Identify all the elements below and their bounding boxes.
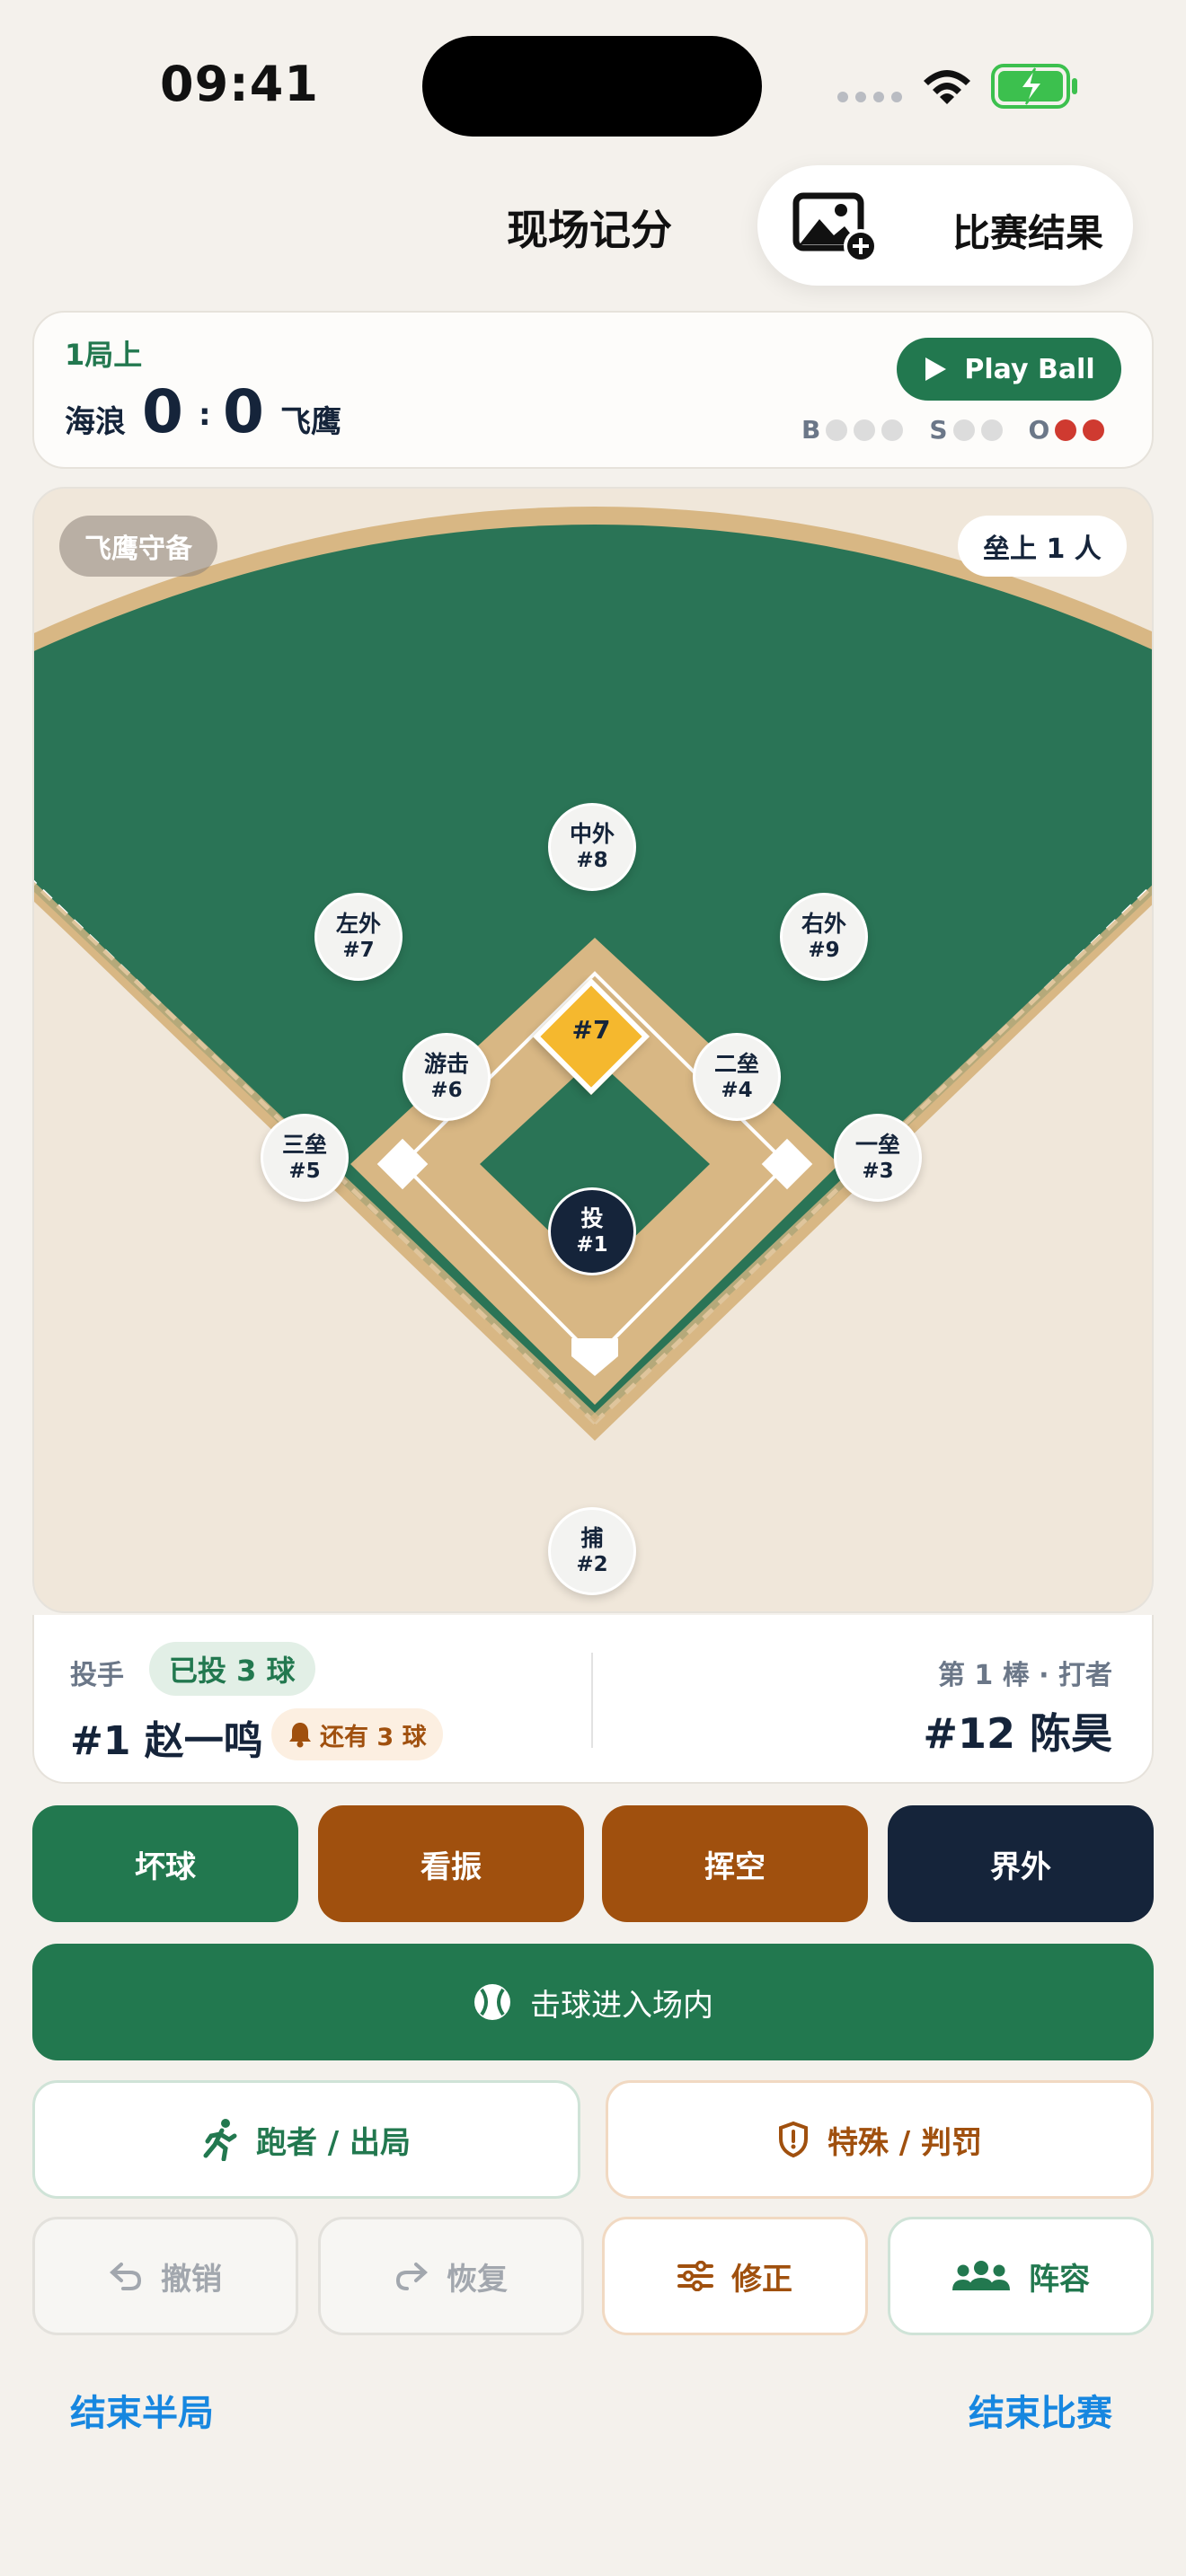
ball-dot [854,419,876,441]
remaining-pitches-badge: 还有 3 球 [271,1708,443,1760]
inning-label: 1局上 [65,338,143,372]
running-person-icon [203,2119,237,2161]
redo-button[interactable]: 恢复 [318,2217,584,2335]
play-icon [925,357,947,381]
runner-out-button[interactable]: 跑者 / 出局 [32,2080,580,2199]
pitch-count-badge: 已投 3 球 [149,1642,315,1696]
ball-dot [826,419,848,441]
correct-label: 修正 [731,2261,792,2298]
batter-name: #12 陈昊 [923,1709,1112,1758]
out-dot [1055,419,1077,441]
strikes-label: S [929,415,948,445]
position-left-field[interactable]: 左外 #7 [314,893,403,981]
called-strike-button[interactable]: 看振 [318,1805,584,1922]
away-score: 0 [223,377,264,446]
sliders-icon [677,2261,713,2291]
correct-button[interactable]: 修正 [602,2217,868,2335]
ball-in-play-label: 击球进入场内 [530,1987,713,2024]
redo-icon [395,2263,428,2290]
position-second-base[interactable]: 二垒 #4 [693,1033,781,1121]
bell-icon [289,1723,311,1748]
end-half-inning-link[interactable]: 结束半局 [70,2384,214,2436]
defense-team-chip: 飞鹰守备 [59,516,217,577]
strike-dot [952,419,975,441]
ball-button[interactable]: 坏球 [32,1805,298,1922]
wifi-icon [924,70,970,104]
ball-dot [881,419,904,441]
play-ball-button[interactable]: Play Ball [897,338,1121,401]
position-third-base[interactable]: 三垒 #5 [261,1114,349,1202]
status-time: 09:41 [160,56,319,112]
home-team-name: 海浪 [65,404,126,440]
runner-on-second-number: #7 [571,1015,611,1045]
special-penalty-label: 特殊 / 判罚 [827,2124,983,2161]
play-ball-label: Play Ball [964,353,1095,385]
dynamic-island [422,36,762,137]
outs-label: O [1028,415,1050,445]
remaining-pitches-text: 还有 3 球 [320,1723,427,1751]
lineup-label: 阵容 [1029,2261,1090,2298]
special-penalty-button[interactable]: 特殊 / 判罚 [606,2080,1154,2199]
away-team-name: 飞鹰 [280,404,341,440]
position-shortstop[interactable]: 游击 #6 [403,1033,491,1121]
end-game-link[interactable]: 结束比赛 [969,2384,1112,2436]
cellular-signal-icon [837,92,902,102]
baseball-icon [474,1984,510,2020]
score-separator: : [199,397,211,433]
count-indicator: B S O [801,415,1111,445]
runner-out-label: 跑者 / 出局 [255,2124,412,2161]
pitcher-label: 投手 [70,1660,124,1691]
ball-in-play-button[interactable]: 击球进入场内 [32,1944,1154,2060]
out-dot [1083,419,1105,441]
shield-alert-icon [778,2121,808,2158]
balls-label: B [801,415,821,445]
redo-label: 恢复 [447,2261,508,2298]
batter-label: 第 1 棒 · 打者 [937,1660,1112,1691]
position-catcher[interactable]: 捕 #2 [548,1507,636,1595]
add-photo-icon[interactable] [792,192,879,262]
people-group-icon [952,2261,1010,2290]
pitcher-name: #1 赵一鸣 [70,1718,263,1764]
undo-button[interactable]: 撤销 [32,2217,298,2335]
home-score: 0 [142,377,183,446]
undo-icon [110,2263,142,2290]
position-first-base[interactable]: 一垒 #3 [834,1114,922,1202]
battery-charging-icon [991,64,1077,109]
position-center-field[interactable]: 中外 #8 [548,803,636,891]
foul-button[interactable]: 界外 [888,1805,1154,1922]
undo-label: 撤销 [161,2261,222,2298]
position-right-field[interactable]: 右外 #9 [780,893,868,981]
runners-on-base-chip: 垒上 1 人 [958,516,1127,577]
swinging-strike-button[interactable]: 挥空 [602,1805,868,1922]
game-result-button[interactable]: 比赛结果 [952,203,1103,258]
position-pitcher[interactable]: 投 #1 [548,1187,636,1275]
strike-dot [980,419,1003,441]
card-divider [591,1653,593,1748]
lineup-button[interactable]: 阵容 [888,2217,1154,2335]
